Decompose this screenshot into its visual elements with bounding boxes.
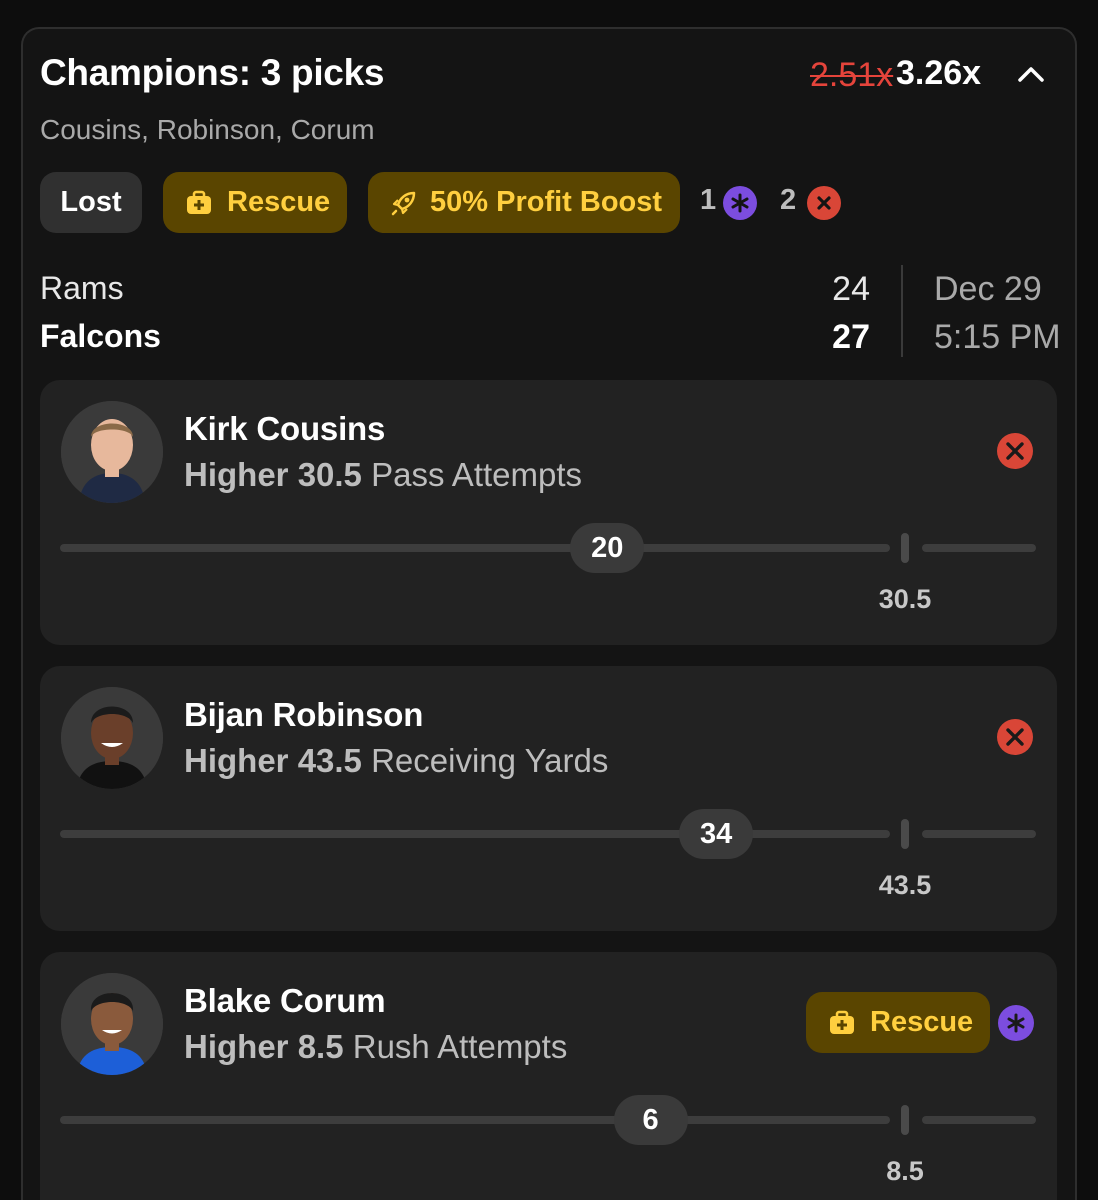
pick-stat: Receiving Yards — [371, 742, 609, 779]
pick-line: Higher 43.5 Receiving Yards — [184, 742, 608, 780]
progress-track-end — [922, 1116, 1036, 1124]
pick-line: Higher 30.5 Pass Attempts — [184, 456, 582, 494]
pick-line-value: 8.5 — [297, 1028, 344, 1065]
pick-card[interactable]: Bijan Robinson Higher 43.5 Receiving Yar… — [40, 666, 1057, 931]
x-circle-icon — [997, 433, 1033, 469]
avatar — [61, 973, 163, 1075]
actual-value-bubble: 34 — [679, 809, 754, 859]
player-name: Blake Corum — [184, 982, 386, 1019]
profit-boost-badge[interactable]: 50% Profit Boost — [368, 172, 680, 233]
target-marker — [901, 533, 909, 563]
rescued-count: 1 — [700, 184, 717, 216]
medkit-icon — [187, 190, 211, 214]
rocket-icon — [391, 191, 416, 215]
pick-card[interactable]: Kirk Cousins Higher 30.5 Pass Attempts 2… — [40, 380, 1057, 645]
pick-stat: Rush Attempts — [352, 1028, 568, 1065]
target-marker — [901, 819, 909, 849]
team-home: Falcons — [40, 318, 161, 354]
pick-line-value: 43.5 — [297, 742, 362, 779]
game-time: 5:15 PM — [934, 318, 1061, 356]
lost-count: 2 — [780, 184, 797, 216]
avatar — [61, 687, 163, 789]
score-away: 24 — [832, 270, 870, 308]
actual-value-bubble: 6 — [613, 1095, 688, 1145]
pick-card[interactable]: Blake Corum Higher 8.5 Rush Attempts Res… — [40, 952, 1057, 1200]
score-home: 27 — [832, 318, 870, 356]
game-date: Dec 29 — [934, 270, 1042, 308]
entry-title: Champions: 3 picks — [40, 52, 385, 93]
pick-line: Higher 8.5 Rush Attempts — [184, 1028, 567, 1066]
asterisk-icon — [723, 186, 757, 220]
boost-label: 50% Profit Boost — [430, 186, 663, 218]
progress-track-end — [922, 830, 1036, 838]
team-away: Rams — [40, 270, 124, 306]
progress-track — [60, 544, 890, 552]
asterisk-icon — [998, 1005, 1034, 1041]
entry-players: Cousins, Robinson, Corum — [40, 114, 375, 145]
progress-track — [60, 830, 890, 838]
rescue-label: Rescue — [870, 1006, 974, 1038]
rescue-badge[interactable]: Rescue — [806, 992, 990, 1053]
target-value: 43.5 — [878, 870, 932, 900]
actual-value-bubble: 20 — [570, 523, 645, 573]
status-label: Lost — [60, 186, 122, 218]
target-value: 8.5 — [886, 1156, 924, 1186]
avatar — [61, 401, 163, 503]
target-marker — [901, 1105, 909, 1135]
x-circle-icon — [997, 719, 1033, 755]
divider — [901, 265, 903, 357]
progress-track — [60, 1116, 890, 1124]
pick-direction: Higher — [184, 1028, 289, 1065]
progress-track-end — [922, 544, 1036, 552]
player-name: Bijan Robinson — [184, 696, 424, 733]
player-name: Kirk Cousins — [184, 410, 386, 447]
target-value: 30.5 — [878, 584, 932, 614]
status-badge: Lost — [40, 172, 142, 233]
x-circle-icon — [807, 186, 841, 220]
pick-line-value: 30.5 — [297, 456, 362, 493]
rescue-badge[interactable]: Rescue — [163, 172, 347, 233]
chevron-up-icon[interactable] — [1016, 60, 1046, 90]
pick-stat: Pass Attempts — [371, 456, 583, 493]
medkit-icon — [830, 1010, 854, 1034]
pick-direction: Higher — [184, 456, 289, 493]
new-multiplier: 3.26x — [896, 54, 982, 92]
old-multiplier: 2.51x — [810, 56, 894, 94]
pick-direction: Higher — [184, 742, 289, 779]
rescue-label: Rescue — [227, 186, 331, 218]
